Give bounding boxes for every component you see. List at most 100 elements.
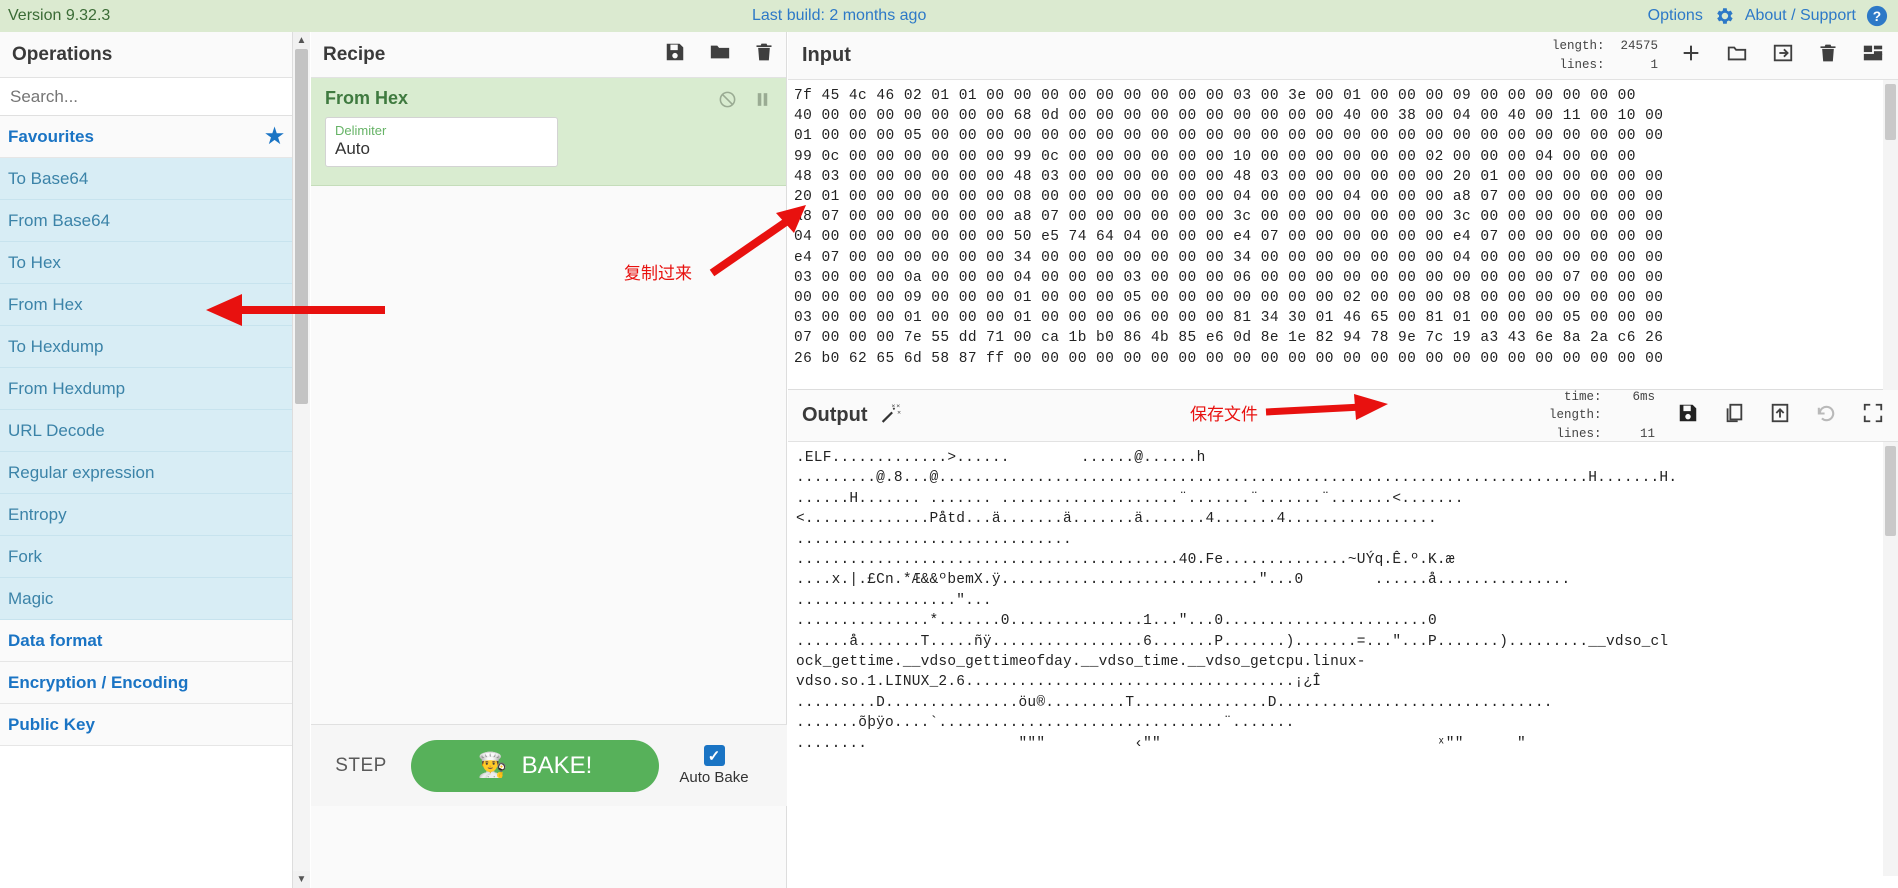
recipe-title: Recipe [323,43,386,65]
auto-bake-label: Auto Bake [679,769,749,786]
output-scrollbar[interactable] [1883,442,1898,876]
about-support-link[interactable]: About / Support [1745,7,1856,25]
input-scrollbar[interactable] [1883,80,1898,390]
scrollbar-track[interactable] [293,49,310,871]
op-label: Magic [8,588,54,608]
input-meta: length: 24575 lines: 1 [1552,37,1658,73]
op-label: Regular expression [8,462,155,482]
recipe-op-from-hex[interactable]: From Hex Delimiter Auto [311,78,786,186]
recipe-body[interactable]: From Hex Delimiter Auto [311,78,787,806]
op-label: From Base64 [8,210,111,230]
layout-icon[interactable] [1862,42,1884,69]
last-build-label[interactable]: Last build: 2 months ago [752,7,926,25]
auto-bake-toggle[interactable]: ✓ Auto Bake [659,745,769,786]
op-from-base64[interactable]: From Base64 [0,200,292,242]
trash-icon[interactable] [1818,42,1838,69]
favourites-label: Favourites [8,126,94,146]
recipe-op-controls [718,90,772,114]
gear-icon[interactable] [1713,5,1735,27]
op-label: To Hex [8,252,61,272]
output-title-bar: Output × × × time: 6ms length: lines: 11 [788,390,1898,442]
input-length-label: length: [1551,39,1605,54]
version-label: Version 9.32.3 [8,7,111,24]
op-fork[interactable]: Fork [0,536,292,578]
op-to-base64[interactable]: To Base64 [0,158,292,200]
annotation-save-file: 保存文件 [1190,405,1258,424]
delimiter-label: Delimiter [335,123,387,138]
trash-icon[interactable] [754,41,774,69]
category-label: Data format [8,630,103,650]
open-in-tab-icon[interactable] [1769,402,1791,429]
disable-icon[interactable] [718,90,737,114]
search-input[interactable] [10,86,282,107]
chef-icon: 👨‍🍳 [477,751,508,779]
plus-icon[interactable] [1680,42,1702,69]
op-from-hexdump[interactable]: From Hexdump [0,368,292,410]
svg-text:×: × [891,402,895,409]
delimiter-value[interactable]: Auto [335,138,548,159]
input-length-value: 24575 [1620,39,1658,54]
pause-icon[interactable] [753,90,772,114]
input-title: Input [802,44,851,66]
category-data-format[interactable]: Data format [0,620,292,662]
op-label: Fork [8,546,42,566]
bake-controls: STEP 👨‍🍳 BAKE! ✓ Auto Bake [311,724,787,806]
top-banner: Version 9.32.3 Last build: 2 months ago … [0,0,1898,32]
op-label: To Base64 [8,168,89,188]
operations-search[interactable] [0,78,292,116]
input-area-wrap[interactable]: 7f 45 4c 46 02 01 01 00 00 00 00 00 00 0… [788,80,1898,390]
input-lines-value: 1 [1650,57,1658,72]
output-textarea[interactable]: .ELF.............>...... ......@......h … [788,442,1898,842]
input-toolbar [1680,42,1884,69]
scrollbar-thumb[interactable] [295,49,308,404]
input-lines-label: lines: [1559,57,1605,72]
operations-title: Operations [12,43,113,65]
open-in-icon[interactable] [1772,42,1794,69]
output-lines-label: lines: [1556,426,1602,441]
input-textarea[interactable]: 7f 45 4c 46 02 01 01 00 00 00 00 00 00 0… [788,80,1898,380]
step-button[interactable]: STEP [311,755,411,777]
copy-icon[interactable] [1723,402,1745,429]
svg-text:×: × [897,409,901,416]
op-url-decode[interactable]: URL Decode [0,410,292,452]
category-encryption-encoding[interactable]: Encryption / Encoding [0,662,292,704]
input-scroll-thumb[interactable] [1885,84,1896,140]
category-label: Encryption / Encoding [8,672,189,692]
scroll-up-icon[interactable]: ▲ [293,32,310,49]
scroll-down-icon[interactable]: ▼ [293,871,310,888]
operations-scrollbar[interactable]: ▲ ▼ [293,32,310,888]
options-link[interactable]: Options [1648,7,1703,25]
op-label: To Hexdump [8,336,104,356]
output-area-wrap[interactable]: .ELF.............>...... ......@......h … [788,442,1898,876]
op-to-hexdump[interactable]: To Hexdump [0,326,292,368]
op-from-hex[interactable]: From Hex [0,284,292,326]
category-public-key[interactable]: Public Key [0,704,292,746]
save-icon[interactable] [664,41,686,69]
output-time-label: time: [1563,390,1602,405]
star-icon[interactable]: ★ [265,124,284,149]
op-regular-expression[interactable]: Regular expression [0,452,292,494]
op-label: URL Decode [8,420,105,440]
undo-icon [1815,402,1838,430]
recipe-panel: Recipe [311,32,787,888]
question-circle-icon[interactable]: ? [1866,5,1888,27]
category-favourites[interactable]: Favourites ★ [0,116,292,158]
annotation-copy-over: 复制过来 [624,264,692,283]
save-icon[interactable] [1677,402,1699,429]
fullscreen-icon[interactable] [1862,402,1884,429]
recipe-toolbar [664,41,774,69]
delimiter-field[interactable]: Delimiter Auto [325,117,558,167]
magic-wand-icon[interactable]: × × × [878,402,901,430]
bake-button[interactable]: 👨‍🍳 BAKE! [411,739,659,792]
output-toolbar [1677,402,1884,430]
output-meta: time: 6ms length: lines: 11 [1549,388,1655,442]
auto-bake-checkbox[interactable]: ✓ [703,745,725,766]
output-scroll-thumb[interactable] [1885,446,1896,536]
op-to-hex[interactable]: To Hex [0,242,292,284]
folder-open-icon[interactable] [1726,42,1748,69]
op-magic[interactable]: Magic [0,578,292,620]
banner-right-links: Options About / Support ? [1648,5,1888,27]
op-entropy[interactable]: Entropy [0,494,292,536]
folder-icon[interactable] [708,41,732,69]
input-title-bar: Input length: 24575 lines: 1 [788,32,1898,80]
